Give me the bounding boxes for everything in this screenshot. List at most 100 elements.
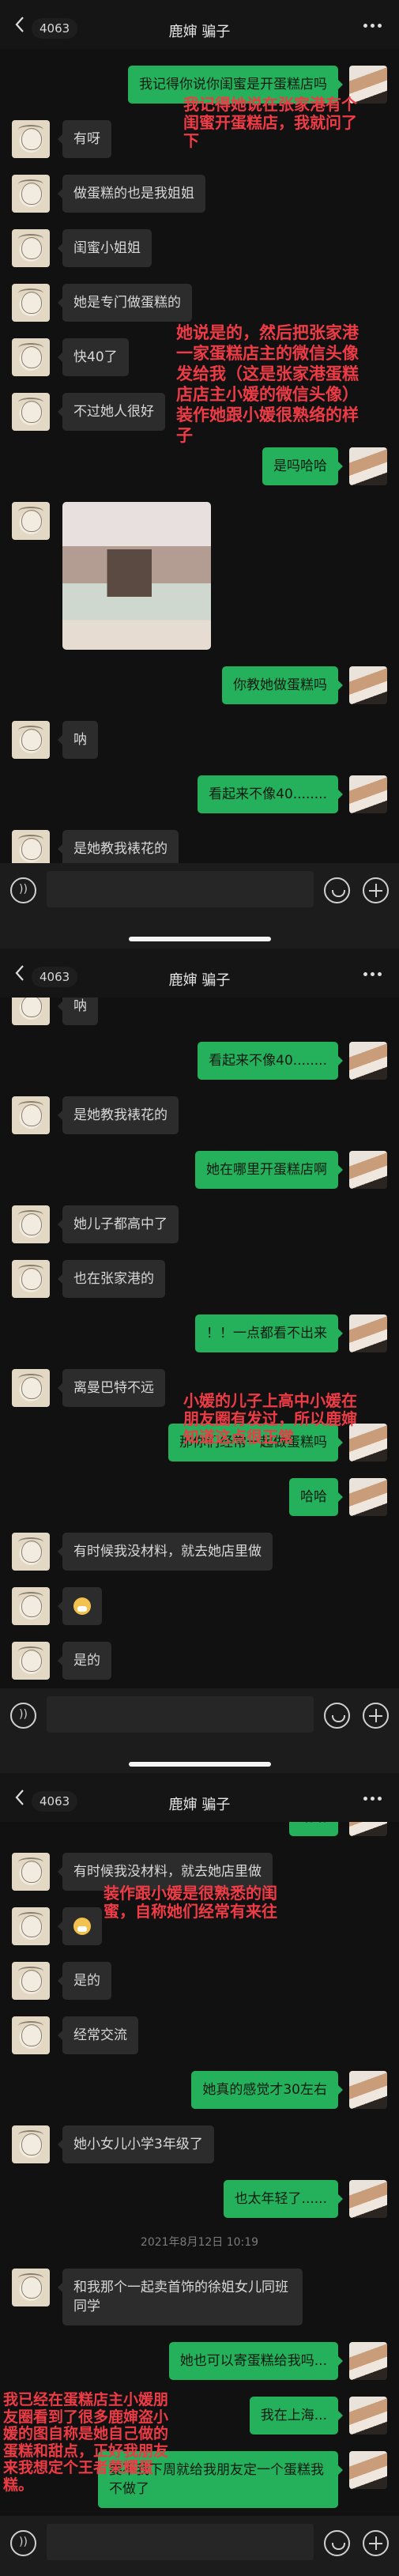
contact-avatar[interactable]: [12, 1962, 50, 2000]
contact-avatar[interactable]: [12, 1907, 50, 1945]
message-bubble[interactable]: 和我那个一起卖首饰的徐姐女儿同班同学: [58, 2269, 303, 2325]
message-bubble[interactable]: ！！一点都看不出来: [195, 1314, 343, 1352]
contact-avatar[interactable]: [12, 2125, 50, 2163]
contact-avatar[interactable]: [12, 2016, 50, 2054]
doge-emoji: [73, 1918, 91, 1935]
my-avatar[interactable]: [349, 2342, 387, 2380]
annotation-line: 来我想定个王者荣耀蛋: [3, 2459, 154, 2476]
message-bubble[interactable]: 有呀: [58, 120, 111, 158]
annotation-note: 我已经在蛋糕店主小媛朋 友圈看到了很多鹿婶盗小 媛的图自称是她自己做的 蛋糕和甜点，正…: [3, 2391, 169, 2494]
contact-avatar[interactable]: [12, 284, 50, 322]
image-message[interactable]: [62, 502, 211, 650]
annotation-line: 媛的图自称是她自己做的: [3, 2425, 169, 2442]
message-bubble[interactable]: 有时候我没材料，就去她店里做: [58, 1533, 273, 1571]
contact-avatar[interactable]: [12, 830, 50, 868]
more-dots-icon[interactable]: [363, 972, 382, 976]
message-bubble[interactable]: 做蛋糕的也是我姐姐: [58, 175, 205, 213]
message-bubble[interactable]: 她真的感觉才30左右: [191, 2071, 343, 2109]
contact-avatar[interactable]: [12, 2269, 50, 2306]
my-avatar[interactable]: [349, 2180, 387, 2218]
contact-avatar[interactable]: [12, 721, 50, 759]
message-bubble[interactable]: 是的: [58, 1962, 111, 2000]
my-avatar[interactable]: [349, 775, 387, 813]
contact-avatar[interactable]: [12, 175, 50, 213]
annotation-line: 朋友圈有发过，所以鹿婶: [183, 1409, 357, 1428]
message-bubble[interactable]: 不过她人很好: [58, 393, 165, 431]
contact-avatar[interactable]: [12, 1533, 50, 1571]
message-bubble[interactable]: 闺蜜小姐姐: [58, 229, 152, 267]
plus-icon[interactable]: [363, 877, 389, 903]
message-bubble[interactable]: 也在张家港的: [58, 1260, 165, 1298]
my-avatar[interactable]: [349, 447, 387, 485]
message-bubble[interactable]: 是她教我裱花的: [58, 830, 179, 868]
message-bubble[interactable]: 看起来不像40........: [198, 775, 343, 813]
my-avatar[interactable]: [349, 1314, 387, 1352]
message-bubble[interactable]: 她儿子都高中了: [58, 1205, 179, 1243]
emoji-icon[interactable]: [324, 877, 350, 903]
home-indicator: [129, 1762, 271, 1767]
annotation-line: 知道这点很正常: [183, 1428, 294, 1446]
my-avatar[interactable]: [349, 1478, 387, 1516]
chat-header: 4063 鹿婶 骗子: [0, 1773, 399, 1822]
plus-icon[interactable]: [363, 2530, 389, 2556]
message-bubble[interactable]: 是吗哈哈: [262, 447, 343, 485]
message-bubble[interactable]: 她也可以寄蛋糕给我吗...: [168, 2342, 344, 2380]
message-bubble[interactable]: 是的: [58, 1642, 111, 1680]
message-bubble[interactable]: 看起来不像40........: [198, 1042, 343, 1080]
received-message: 是的: [0, 1642, 399, 1680]
emoji-icon[interactable]: [324, 2530, 350, 2556]
contact-avatar[interactable]: [12, 1642, 50, 1680]
my-avatar[interactable]: [349, 666, 387, 704]
message-bubble[interactable]: 我在上海...: [249, 2397, 344, 2435]
contact-avatar[interactable]: [12, 393, 50, 431]
received-message: 和我那个一起卖首饰的徐姐女儿同班同学: [0, 2269, 399, 2325]
message-bubble[interactable]: 哈哈: [289, 1478, 343, 1516]
my-avatar[interactable]: [349, 2397, 387, 2435]
emoji-message[interactable]: [58, 1587, 102, 1625]
message-bubble[interactable]: 呐: [58, 721, 98, 759]
message-input[interactable]: [47, 2524, 314, 2560]
contact-avatar[interactable]: [12, 229, 50, 267]
more-dots-icon[interactable]: [363, 24, 382, 28]
voice-icon[interactable]: [10, 1703, 36, 1729]
contact-avatar[interactable]: [12, 1853, 50, 1891]
contact-avatar[interactable]: [12, 120, 50, 158]
message-bubble[interactable]: 快40了: [58, 338, 129, 376]
timestamp: 2021年8月12日 10:19: [140, 2236, 259, 2249]
emoji-icon[interactable]: [324, 1703, 350, 1729]
message-input[interactable]: [47, 1696, 314, 1733]
contact-avatar[interactable]: [12, 1096, 50, 1134]
annotation-line: 装作跟小媛是很熟悉的闺: [104, 1884, 277, 1903]
contact-avatar[interactable]: [12, 1260, 50, 1298]
voice-icon[interactable]: [10, 877, 36, 903]
chat-title: 鹿婶 骗子: [168, 972, 231, 989]
annotation-line: 一家蛋糕店主的微信头像: [176, 344, 359, 363]
my-avatar[interactable]: [349, 1151, 387, 1189]
voice-icon[interactable]: [10, 2530, 36, 2556]
message-bubble[interactable]: 她在哪里开蛋糕店啊: [195, 1151, 343, 1189]
message-bubble[interactable]: 她是专门做蛋糕的: [58, 284, 192, 322]
message-bubble[interactable]: 离曼巴特不远: [58, 1369, 165, 1407]
my-avatar[interactable]: [349, 1042, 387, 1080]
contact-avatar[interactable]: [12, 1205, 50, 1243]
message-bubble[interactable]: 是她教我裱花的: [58, 1096, 179, 1134]
message-bubble[interactable]: 经常交流: [58, 2016, 138, 2054]
annotation-line: 装作她跟小媛很熟络的样: [176, 405, 359, 424]
more-dots-icon[interactable]: [363, 1797, 382, 1801]
contact-avatar[interactable]: [12, 1369, 50, 1407]
plus-icon[interactable]: [363, 1703, 389, 1729]
message-list[interactable]: 呐看起来不像40........ 是她教我裱花的 她在哪里开蛋糕店啊 她儿子都高中了也…: [0, 949, 399, 1680]
message-bubble[interactable]: 也太年轻了......: [223, 2180, 344, 2218]
received-message: 有时候我没材料，就去她店里做: [0, 1533, 399, 1571]
contact-avatar[interactable]: [12, 502, 50, 540]
annotation-line: 蜜，自称她们经常有来往: [104, 1902, 277, 1921]
contact-avatar[interactable]: [12, 338, 50, 376]
message-bubble[interactable]: 她小女儿小学3年级了: [58, 2125, 214, 2163]
my-avatar[interactable]: [349, 2451, 387, 2489]
my-avatar[interactable]: [349, 2071, 387, 2109]
emoji-message[interactable]: [58, 1907, 102, 1945]
message-input[interactable]: [47, 871, 314, 907]
contact-avatar[interactable]: [12, 1587, 50, 1625]
message-bubble[interactable]: 你教她做蛋糕吗: [222, 666, 343, 704]
sent-message: 她也可以寄蛋糕给我吗...: [0, 2342, 399, 2380]
